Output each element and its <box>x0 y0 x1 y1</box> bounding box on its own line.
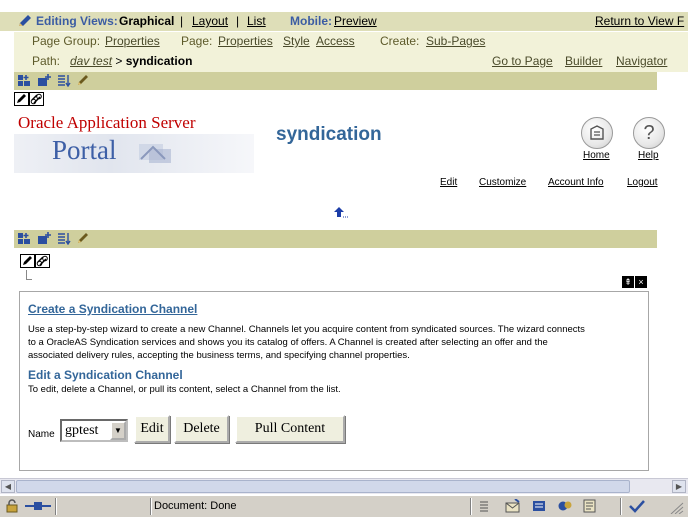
add-item-icon[interactable] <box>37 74 51 87</box>
tree-connector <box>26 270 32 280</box>
account-info-link[interactable]: Account Info <box>548 177 604 188</box>
horizontal-scrollbar[interactable]: ◀ ▶ <box>0 478 688 494</box>
edit-channel-button[interactable]: Edit <box>134 415 170 443</box>
portal-logo-graphic-icon <box>139 144 171 163</box>
composer-icon[interactable] <box>532 499 548 516</box>
pull-content-button[interactable]: Pull Content <box>235 415 345 443</box>
region-properties-icon[interactable] <box>57 74 71 88</box>
help-icon[interactable]: ? <box>633 117 665 149</box>
home-icon[interactable] <box>581 117 613 149</box>
page-access-link[interactable]: Access <box>316 34 355 48</box>
home-link[interactable]: Home <box>583 150 610 161</box>
navigator-link[interactable]: Navigator <box>616 54 667 68</box>
scroll-right-icon[interactable]: ▶ <box>672 480 686 493</box>
create-description-line: Use a step-by-step wizard to create a ne… <box>28 324 585 335</box>
channel-select[interactable]: gptest ▼ <box>60 419 128 442</box>
breadcrumb-root-link[interactable]: dav test <box>70 54 112 68</box>
help-glyph: ? <box>643 121 655 144</box>
add-item-icon[interactable] <box>37 232 51 245</box>
region-toolbar <box>14 72 657 90</box>
syndication-portlet: Create a Syndication Channel Use a step-… <box>19 291 649 471</box>
path-label: Path: <box>32 54 61 68</box>
edit-region-icon[interactable] <box>76 232 89 245</box>
page-group-properties-link[interactable]: Properties <box>105 34 160 48</box>
return-to-view-link[interactable]: Return to View F <box>595 14 684 28</box>
address-book-icon[interactable] <box>582 499 598 516</box>
list-view-link[interactable]: List <box>247 14 266 28</box>
collapse-portlet-icon[interactable]: ⇞ <box>622 276 634 288</box>
breadcrumb-current: syndication <box>125 54 193 68</box>
builder-link[interactable]: Builder <box>565 54 602 68</box>
mobile-preview-link[interactable]: Preview <box>334 14 377 28</box>
lock-icon <box>4 499 20 516</box>
edit-region-icon[interactable] <box>76 74 89 87</box>
scroll-left-icon[interactable]: ◀ <box>1 480 15 493</box>
separator: | <box>236 14 240 28</box>
page-properties-bar: Page Group: Properties Page: Properties … <box>14 32 688 52</box>
editing-views-bar: Editing Views: Graphical | Layout | List… <box>0 12 688 31</box>
mail-icon[interactable] <box>505 498 521 516</box>
close-portlet-icon[interactable]: × <box>635 276 647 288</box>
edit-channel-heading: Edit a Syndication Channel <box>28 368 183 382</box>
edit-link[interactable]: Edit <box>440 177 457 188</box>
edit-link-icons <box>14 92 46 106</box>
status-bar: Document: Done <box>0 495 688 517</box>
help-link[interactable]: Help <box>638 150 659 161</box>
customize-link[interactable]: Customize <box>479 177 526 188</box>
add-portlet-icon[interactable] <box>17 232 30 245</box>
pencil-icon <box>17 14 33 31</box>
editing-views-label: Editing Views: <box>36 14 118 28</box>
create-subpages-link[interactable]: Sub-Pages <box>426 34 485 48</box>
channel-select-value: gptest <box>65 423 99 438</box>
check-icon <box>628 499 646 516</box>
delete-channel-button[interactable]: Delete <box>174 415 229 443</box>
logout-link[interactable]: Logout <box>627 177 658 188</box>
region-toolbar-2 <box>14 230 657 248</box>
add-portlet-icon[interactable] <box>17 74 30 87</box>
edit-description: To edit, delete a Channel, or pull its c… <box>28 384 341 395</box>
mobile-label: Mobile: <box>290 14 332 28</box>
portlet-edit-link-icons[interactable] <box>20 254 52 268</box>
name-label: Name <box>28 429 55 440</box>
scrollbar-thumb[interactable] <box>16 480 630 493</box>
create-description-line: to a OracleAS Syndication services and s… <box>28 337 548 348</box>
separator: | <box>180 14 184 28</box>
create-description-line: associated delivery rules, accepting the… <box>28 350 410 361</box>
breadcrumb: dav test > syndication <box>70 54 193 68</box>
graphical-view-current: Graphical <box>119 14 175 28</box>
layout-view-link[interactable]: Layout <box>192 14 228 28</box>
status-text: Document: Done <box>154 500 237 512</box>
region-properties-icon[interactable] <box>57 232 71 246</box>
chevron-down-icon[interactable]: ▼ <box>110 421 126 440</box>
page-label: Page: <box>181 34 213 48</box>
go-to-page-link[interactable]: Go to Page <box>492 54 553 68</box>
page-group-label: Page Group: <box>32 34 101 48</box>
move-up-arrow-icon[interactable] <box>333 205 349 222</box>
chat-icon[interactable] <box>557 499 573 516</box>
oracle-logo-text: Oracle Application Server <box>18 113 196 132</box>
page-properties-link[interactable]: Properties <box>218 34 273 48</box>
portal-logo-text: Portal <box>52 135 117 165</box>
portal-logo-background <box>14 134 254 173</box>
list-icon[interactable] <box>478 500 490 515</box>
create-label: Create: <box>380 34 420 48</box>
page-title: syndication <box>276 124 382 145</box>
resize-grip-icon[interactable] <box>670 502 684 517</box>
page-style-link[interactable]: Style <box>283 34 310 48</box>
connection-icon <box>24 500 52 515</box>
create-channel-link[interactable]: Create a Syndication Channel <box>28 302 197 316</box>
path-bar: Path: dav test > syndication Go to Page … <box>14 52 688 72</box>
